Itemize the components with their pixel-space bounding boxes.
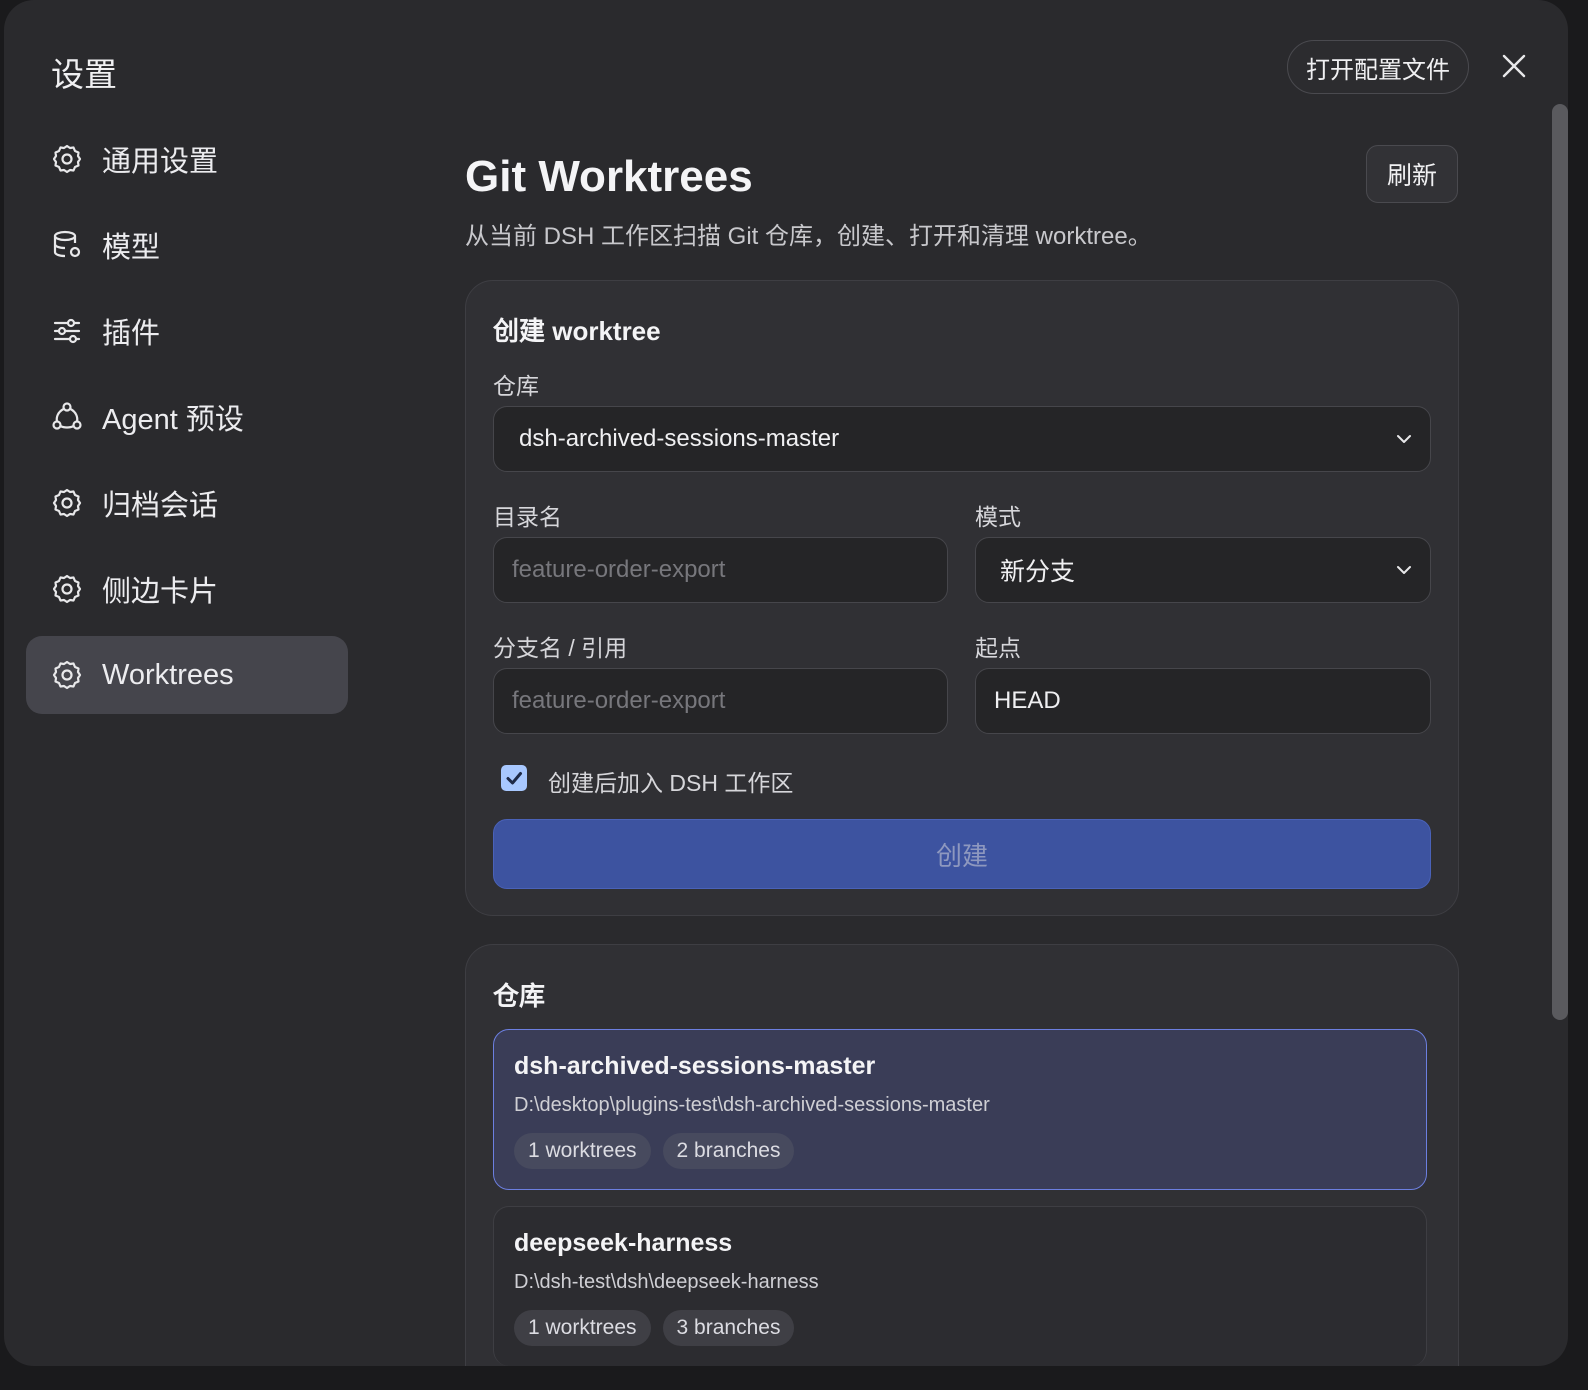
repo-path: D:\dsh-test\dsh\deepseek-harness bbox=[514, 1271, 819, 1293]
add-to-workspace-checkbox[interactable] bbox=[501, 765, 527, 791]
mode-select[interactable]: 新分支 bbox=[975, 537, 1431, 603]
sidebar-item-label: 侧边卡片 bbox=[102, 576, 219, 608]
branches-count-badge: 2 branches bbox=[662, 1133, 795, 1169]
refresh-button[interactable]: 刷新 bbox=[1366, 145, 1458, 203]
sidebar-item-label: Agent 预设 bbox=[102, 404, 244, 436]
branch-label: 分支名 / 引用 bbox=[493, 635, 628, 661]
open-config-button[interactable]: 打开配置文件 bbox=[1287, 40, 1469, 94]
mode-select-value: 新分支 bbox=[1000, 558, 1076, 586]
page-subtitle: 从当前 DSH 工作区扫描 Git 仓库，创建、打开和清理 worktree。 bbox=[465, 223, 1152, 250]
sidebar: 通用设置 模型 插件 Agent 预设 归档会话 侧边卡片 Worktrees bbox=[26, 120, 348, 722]
branches-count-badge: 3 branches bbox=[662, 1310, 795, 1346]
database-gear-icon bbox=[50, 228, 84, 262]
sidebar-item-label: 插件 bbox=[102, 318, 161, 350]
gear-icon bbox=[50, 658, 84, 692]
sidebar-item-label: 通用设置 bbox=[102, 146, 219, 178]
gear-icon bbox=[50, 486, 84, 520]
mode-label: 模式 bbox=[975, 504, 1021, 530]
add-to-workspace-label: 创建后加入 DSH 工作区 bbox=[548, 770, 794, 796]
scrollbar[interactable] bbox=[1552, 104, 1568, 1020]
create-worktree-heading: 创建 worktree bbox=[493, 316, 661, 346]
repos-card: 仓库 dsh-archived-sessions-master D:\deskt… bbox=[465, 944, 1459, 1366]
start-point-input[interactable]: HEAD bbox=[975, 668, 1431, 734]
worktrees-count-badge: 1 worktrees bbox=[514, 1133, 651, 1169]
repos-heading: 仓库 bbox=[493, 981, 546, 1011]
gear-icon bbox=[50, 572, 84, 606]
sidebar-item-label: Worktrees bbox=[102, 658, 234, 691]
sidebar-item-label: 归档会话 bbox=[102, 490, 219, 522]
repo-select[interactable]: dsh-archived-sessions-master bbox=[493, 406, 1431, 472]
repo-select-value: dsh-archived-sessions-master bbox=[519, 425, 840, 452]
sidebar-item-worktrees[interactable]: Worktrees bbox=[26, 636, 348, 714]
repo-path: D:\desktop\plugins-test\dsh-archived-ses… bbox=[514, 1094, 990, 1116]
close-button[interactable] bbox=[1496, 48, 1532, 84]
check-icon bbox=[506, 772, 522, 785]
start-point-label: 起点 bbox=[975, 635, 1021, 661]
repo-name: dsh-archived-sessions-master bbox=[514, 1052, 876, 1080]
settings-dialog: 设置 打开配置文件 通用设置 模型 插件 Agent 预设 归档会话 侧边卡片 … bbox=[4, 0, 1568, 1366]
dir-name-label: 目录名 bbox=[493, 504, 562, 530]
chevron-down-icon bbox=[1397, 566, 1411, 574]
sidebar-item-models[interactable]: 模型 bbox=[26, 206, 348, 284]
sliders-icon bbox=[50, 314, 84, 348]
dialog-title: 设置 bbox=[51, 56, 117, 93]
create-worktree-card: 创建 worktree 仓库 dsh-archived-sessions-mas… bbox=[465, 280, 1459, 916]
gear-icon bbox=[50, 142, 84, 176]
sidebar-item-label: 模型 bbox=[102, 232, 161, 264]
repo-label: 仓库 bbox=[493, 373, 539, 399]
sidebar-item-plugins[interactable]: 插件 bbox=[26, 292, 348, 370]
chevron-down-icon bbox=[1397, 435, 1411, 443]
sidebar-item-general[interactable]: 通用设置 bbox=[26, 120, 348, 198]
sidebar-item-archived-sessions[interactable]: 归档会话 bbox=[26, 464, 348, 542]
sidebar-item-side-cards[interactable]: 侧边卡片 bbox=[26, 550, 348, 628]
sidebar-item-agent-presets[interactable]: Agent 预设 bbox=[26, 378, 348, 456]
repo-name: deepseek-harness bbox=[514, 1229, 733, 1257]
close-icon bbox=[1502, 54, 1526, 78]
page-title: Git Worktrees bbox=[465, 152, 753, 201]
dir-name-input[interactable]: feature-order-export bbox=[493, 537, 948, 603]
create-button[interactable]: 创建 bbox=[493, 819, 1431, 889]
repo-item[interactable]: deepseek-harness D:\dsh-test\dsh\deepsee… bbox=[493, 1206, 1427, 1366]
branch-input[interactable]: feature-order-export bbox=[493, 668, 948, 734]
worktrees-count-badge: 1 worktrees bbox=[514, 1310, 651, 1346]
agent-network-icon bbox=[50, 400, 84, 434]
repo-item[interactable]: dsh-archived-sessions-master D:\desktop\… bbox=[493, 1029, 1427, 1190]
